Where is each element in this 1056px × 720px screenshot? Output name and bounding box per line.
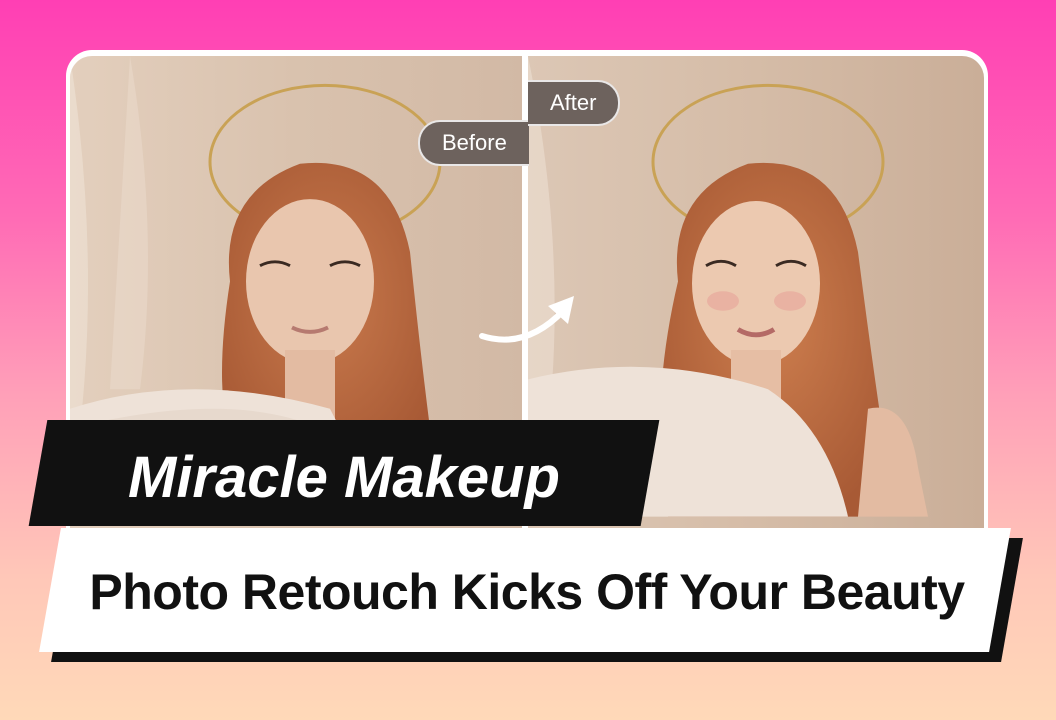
- headline-text: Miracle Makeup: [128, 445, 560, 510]
- curved-arrow-icon: [479, 296, 574, 343]
- before-label: Before: [418, 120, 529, 166]
- subheadline-text: Photo Retouch Kicks Off Your Beauty: [89, 564, 965, 620]
- after-label: After: [528, 80, 621, 126]
